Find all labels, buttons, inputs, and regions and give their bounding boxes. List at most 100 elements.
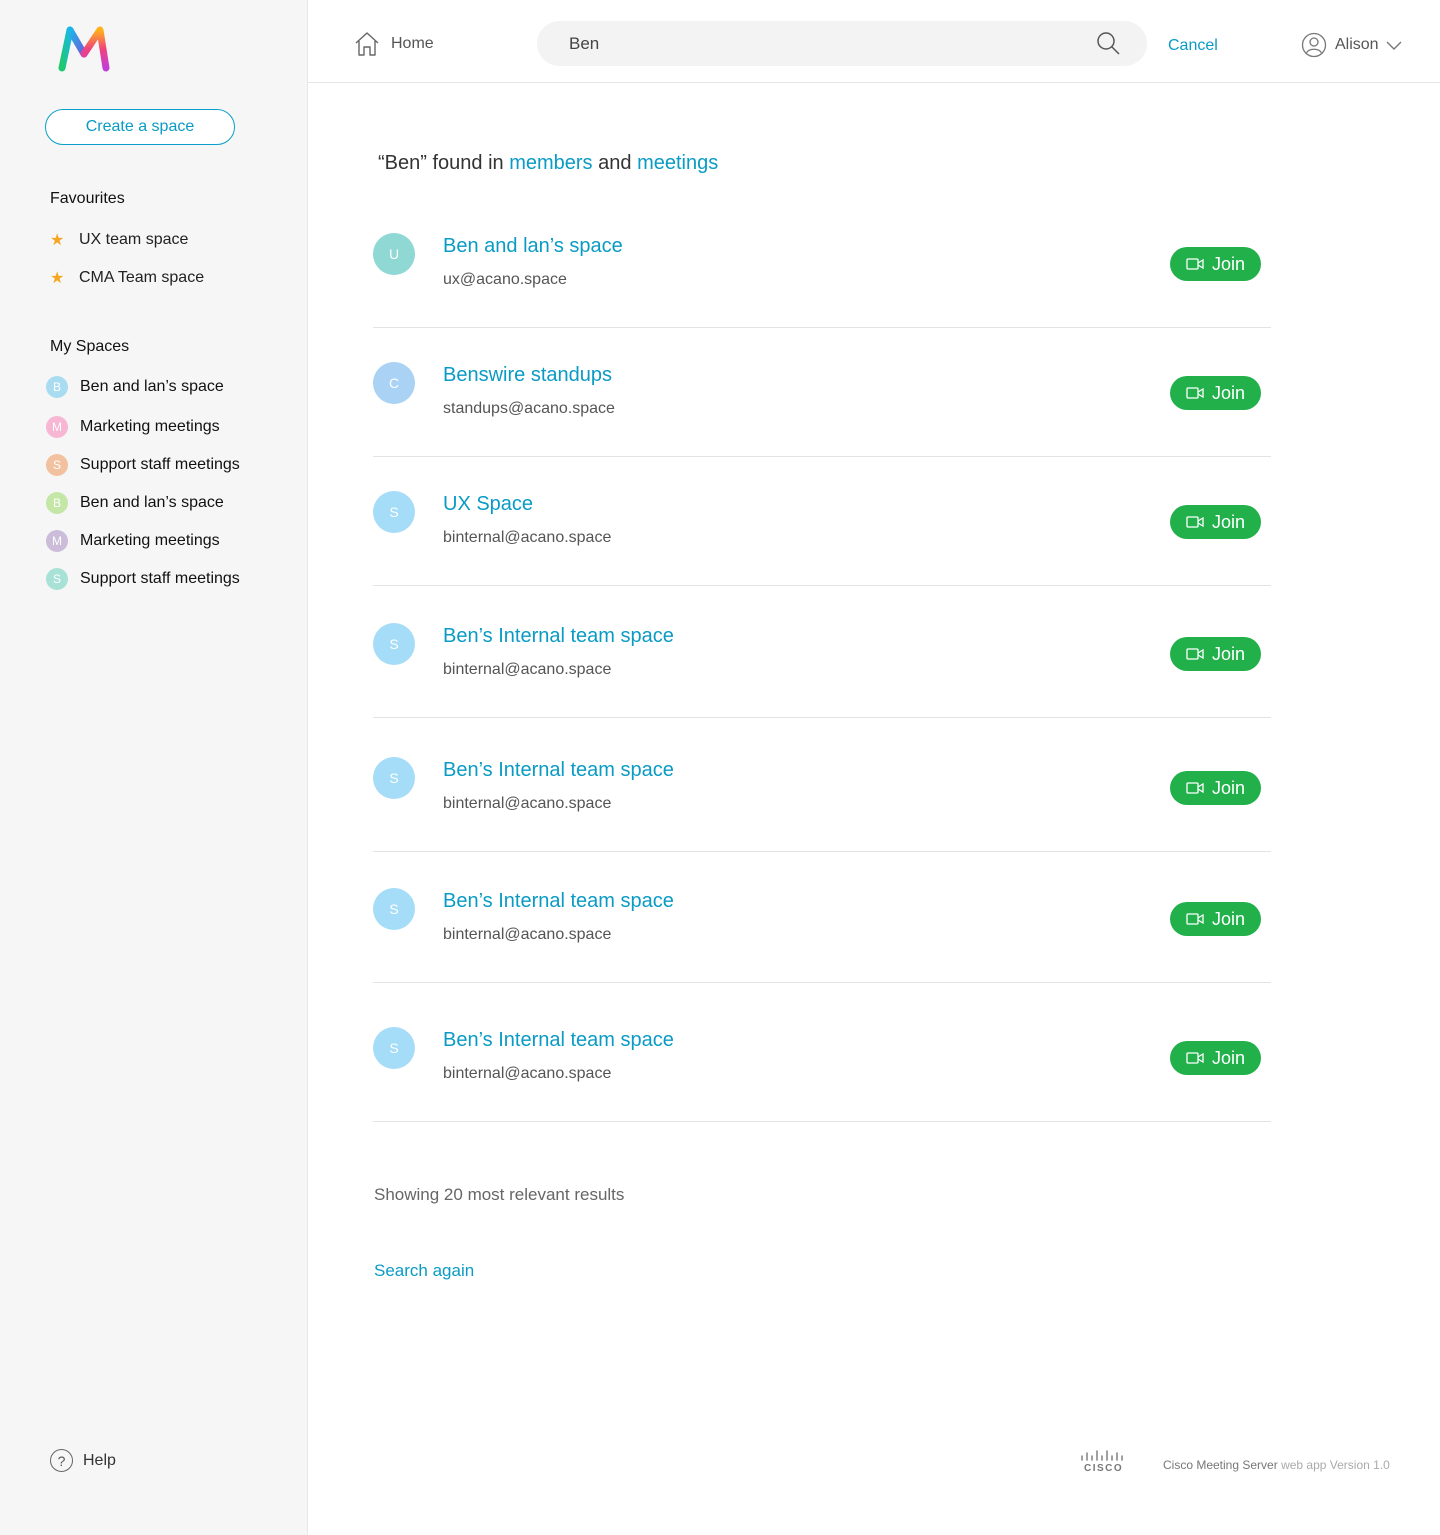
search-again-link[interactable]: Search again (374, 1261, 474, 1281)
result-title[interactable]: Benswire standups (443, 364, 612, 387)
search-icon[interactable] (1095, 30, 1121, 56)
question-icon: ? (50, 1449, 73, 1472)
video-camera-icon (1186, 913, 1204, 925)
space-item[interactable]: M Marketing meetings (46, 416, 220, 438)
cancel-button[interactable]: Cancel (1168, 37, 1218, 55)
join-label: Join (1211, 777, 1246, 798)
space-item-label: Ben and lan’s space (80, 494, 224, 511)
favourite-item-ux-team[interactable]: ★ UX team space (50, 229, 188, 251)
join-button[interactable]: Join (1170, 247, 1261, 281)
footer: CISCO Cisco Meeting Server web app Versi… (1080, 1448, 1390, 1476)
help-link[interactable]: ? Help (50, 1449, 116, 1472)
join-button[interactable]: Join (1170, 505, 1261, 539)
join-label: Join (1211, 253, 1246, 274)
space-item[interactable]: S Support staff meetings (46, 454, 240, 476)
home-icon (355, 32, 379, 56)
results-heading-prefix: “Ben” found in (378, 152, 504, 174)
top-bar: Home Cancel Alison (308, 0, 1440, 83)
search-input[interactable] (569, 33, 1069, 54)
result-row: S Ben’s Internal team space binternal@ac… (373, 586, 1271, 718)
space-item-label: Marketing meetings (80, 418, 220, 435)
result-avatar: U (373, 233, 415, 275)
version-label: Version 1.0 (1329, 1458, 1390, 1472)
result-avatar: S (373, 1027, 415, 1069)
result-title[interactable]: UX Space (443, 493, 533, 516)
space-item-label: Support staff meetings (80, 456, 240, 473)
result-title[interactable]: Ben’s Internal team space (443, 890, 674, 913)
product-name: Cisco Meeting Server (1163, 1458, 1278, 1472)
result-row: S Ben’s Internal team space binternal@ac… (373, 852, 1271, 983)
favourite-item-label: UX team space (79, 231, 189, 248)
my-spaces-title: My Spaces (50, 338, 130, 355)
members-link[interactable]: members (509, 152, 592, 174)
home-link[interactable]: Home (353, 30, 434, 58)
video-camera-icon (1186, 258, 1204, 270)
join-button[interactable]: Join (1170, 902, 1261, 936)
result-title[interactable]: Ben and lan’s space (443, 235, 623, 258)
space-item[interactable]: S Support staff meetings (46, 568, 240, 590)
result-row: S Ben’s Internal team space binternal@ac… (373, 718, 1271, 852)
results-heading: “Ben” found in members and meetings (378, 152, 718, 175)
video-camera-icon (1186, 516, 1204, 528)
help-label: Help (83, 1451, 116, 1469)
result-email: binternal@acano.space (443, 661, 612, 678)
result-title[interactable]: Ben’s Internal team space (443, 759, 674, 782)
space-avatar: M (46, 416, 68, 438)
space-item-label: Marketing meetings (80, 532, 220, 549)
video-camera-icon (1186, 1052, 1204, 1064)
join-label: Join (1211, 1047, 1246, 1068)
search-bar (537, 21, 1147, 66)
user-name: Alison (1335, 36, 1379, 53)
result-title[interactable]: Ben’s Internal team space (443, 625, 674, 648)
join-label: Join (1211, 908, 1246, 929)
space-avatar: M (46, 530, 68, 552)
result-row: S UX Space binternal@acano.space Join (373, 457, 1271, 586)
result-email: binternal@acano.space (443, 795, 612, 812)
meeting-app-logo (58, 26, 110, 72)
results-heading-and: and (598, 152, 632, 174)
join-button[interactable]: Join (1170, 637, 1261, 671)
result-email: binternal@acano.space (443, 529, 612, 546)
space-avatar: B (46, 492, 68, 514)
join-button[interactable]: Join (1170, 376, 1261, 410)
result-avatar: S (373, 888, 415, 930)
star-icon: ★ (50, 270, 65, 287)
meetings-link[interactable]: meetings (637, 152, 718, 174)
sidebar: Create a space Favourites ★ UX team spac… (0, 0, 308, 1535)
space-item-label: Support staff meetings (80, 570, 240, 587)
results-count-text: Showing 20 most relevant results (374, 1185, 625, 1204)
cisco-logo: CISCO (1080, 1448, 1126, 1476)
video-camera-icon (1186, 387, 1204, 399)
space-avatar: S (46, 454, 68, 476)
join-label: Join (1211, 643, 1246, 664)
join-label: Join (1211, 382, 1246, 403)
version-text: Cisco Meeting Server web app Version 1.0 (1163, 1458, 1390, 1472)
favourites-title: Favourites (50, 190, 125, 207)
result-avatar: S (373, 623, 415, 665)
result-row: S Ben’s Internal team space binternal@ac… (373, 983, 1271, 1122)
create-space-button[interactable]: Create a space (45, 109, 235, 145)
result-email: binternal@acano.space (443, 926, 612, 943)
webapp-label: web app (1281, 1458, 1327, 1472)
join-button[interactable]: Join (1170, 1041, 1261, 1075)
result-avatar: C (373, 362, 415, 404)
video-camera-icon (1186, 648, 1204, 660)
space-item[interactable]: M Marketing meetings (46, 530, 220, 552)
home-label: Home (391, 35, 434, 52)
space-item[interactable]: B Ben and lan’s space (46, 376, 224, 398)
space-avatar: S (46, 568, 68, 590)
join-button[interactable]: Join (1170, 771, 1261, 805)
result-title[interactable]: Ben’s Internal team space (443, 1029, 674, 1052)
result-avatar: S (373, 491, 415, 533)
cisco-bars-icon (1081, 1450, 1123, 1461)
video-camera-icon (1186, 782, 1204, 794)
join-label: Join (1211, 511, 1246, 532)
cisco-wordmark: CISCO (1084, 1463, 1124, 1474)
result-email: standups@acano.space (443, 400, 615, 417)
space-item[interactable]: B Ben and lan’s space (46, 492, 224, 514)
result-row: U Ben and lan’s space ux@acano.space Joi… (373, 210, 1271, 328)
star-icon: ★ (50, 232, 65, 249)
result-email: ux@acano.space (443, 271, 567, 288)
favourite-item-cma-team[interactable]: ★ CMA Team space (50, 267, 204, 289)
user-menu[interactable]: Alison (1301, 32, 1411, 58)
